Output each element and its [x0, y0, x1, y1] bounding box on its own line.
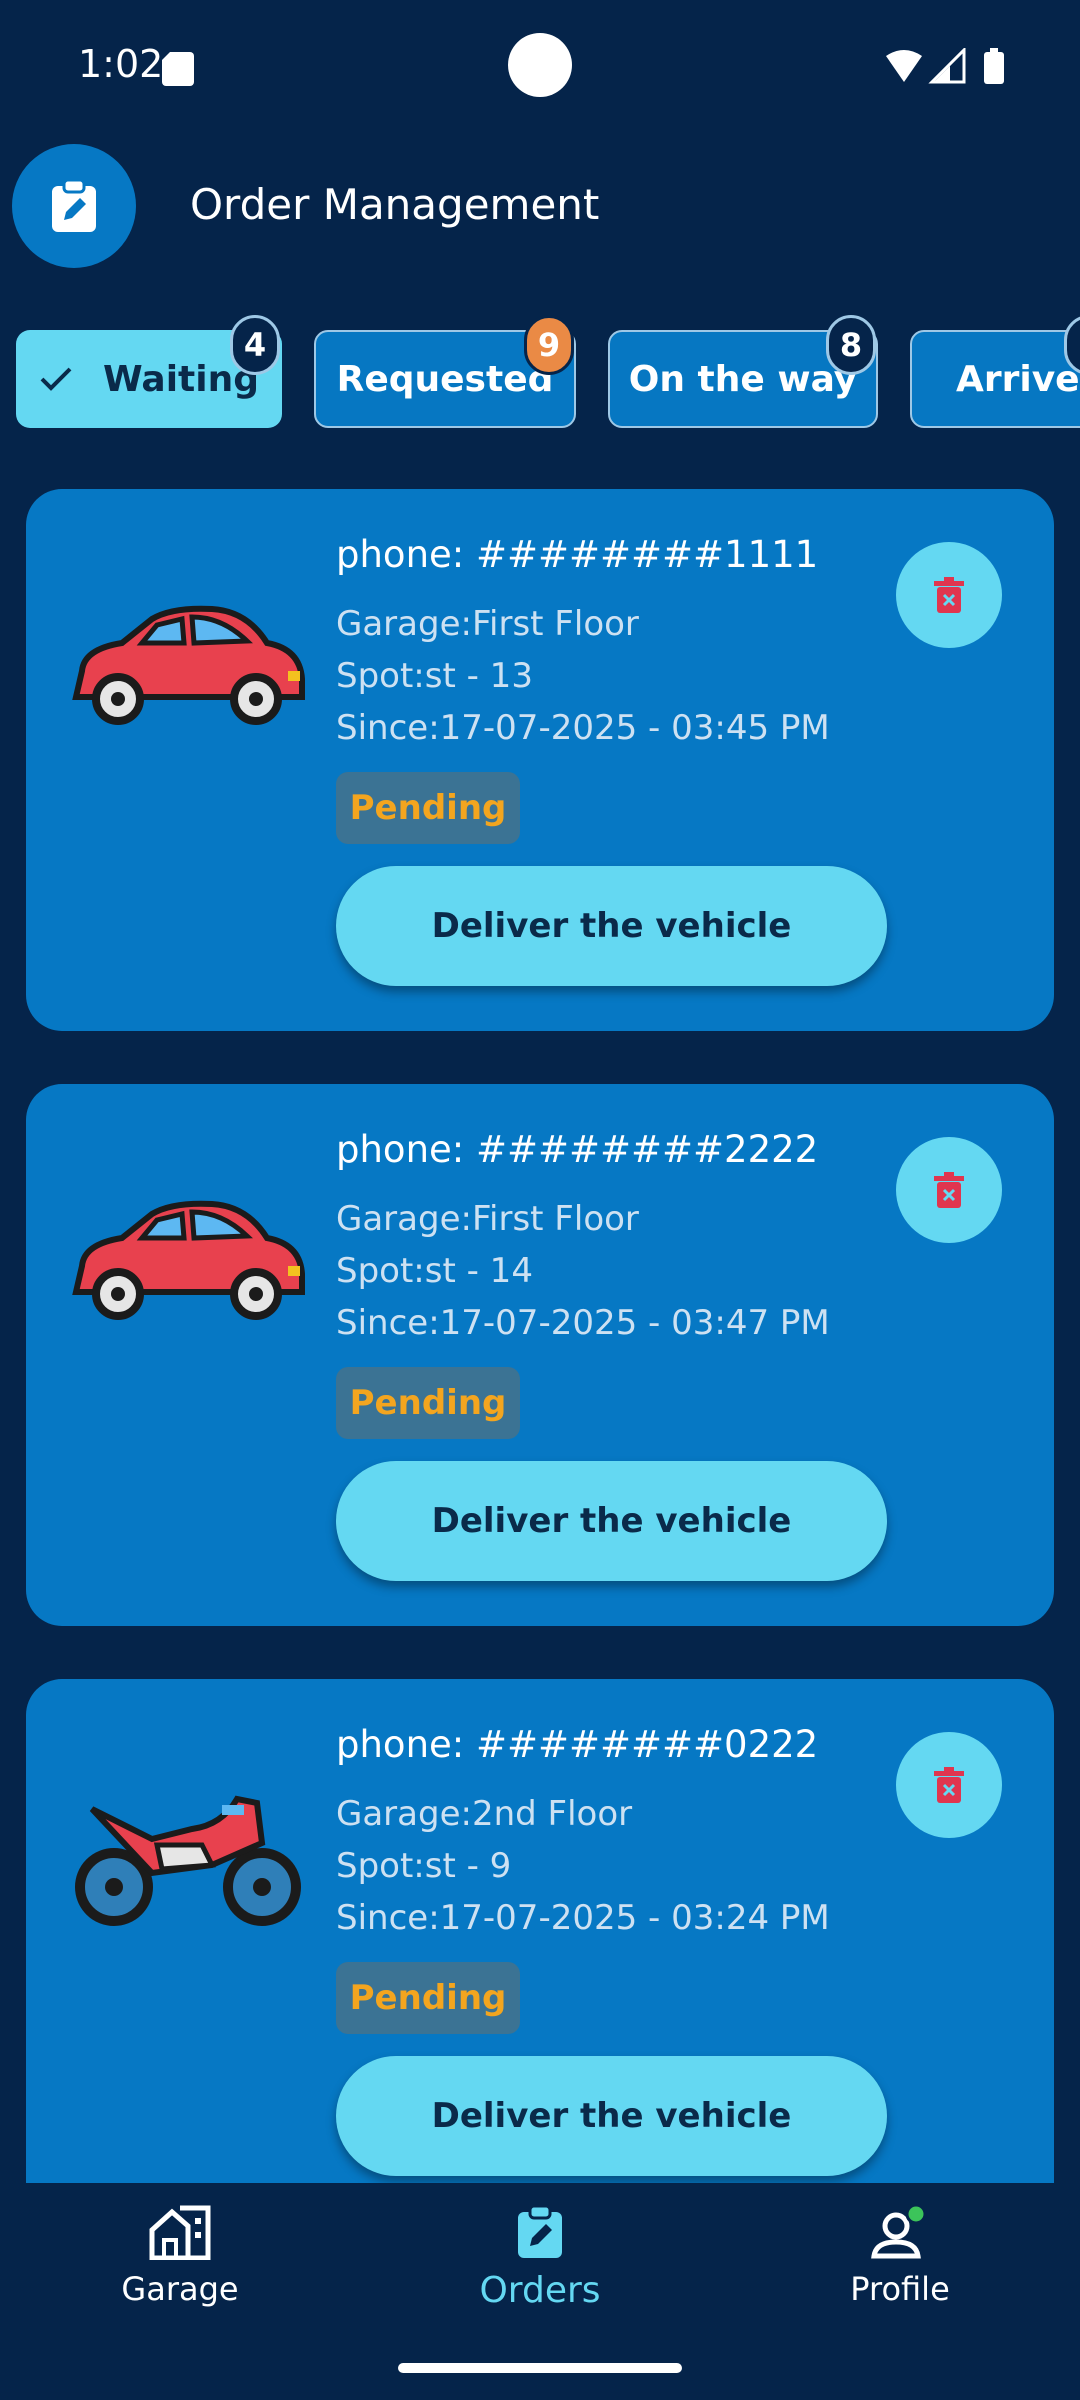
car-icon — [72, 1200, 305, 1320]
home-indicator[interactable] — [398, 2363, 682, 2373]
delete-order-button[interactable] — [896, 1732, 1002, 1838]
nav-profile[interactable]: Profile — [780, 2204, 1020, 2344]
status-badge: Pending — [336, 1367, 520, 1439]
garage-icon — [149, 2205, 211, 2260]
order-phone: phone: ########0222 — [336, 1723, 819, 1766]
tab-label: On the way — [628, 358, 858, 400]
delete-order-button[interactable] — [896, 542, 1002, 648]
nav-label: Orders — [479, 2270, 601, 2311]
system-status-icons — [886, 48, 1004, 84]
order-spot: Spot:st - 13 — [336, 656, 533, 696]
status-badge: Pending — [336, 772, 520, 844]
trash-icon — [934, 1767, 964, 1803]
clipboard-edit-icon — [52, 178, 96, 232]
delete-order-button[interactable] — [896, 1137, 1002, 1243]
order-spot: Spot:st - 14 — [336, 1251, 533, 1291]
tab-label: Requested — [336, 358, 554, 400]
tab-count-badge: 4 — [230, 315, 280, 375]
deliver-vehicle-button[interactable]: Deliver the vehicle — [336, 866, 887, 986]
tab-label: Arrived — [956, 358, 1080, 400]
deliver-vehicle-button[interactable]: Deliver the vehicle — [336, 1461, 887, 1581]
order-since: Since:17-07-2025 - 03:45 PM — [336, 708, 830, 748]
wifi-icon — [886, 50, 922, 82]
order-since: Since:17-07-2025 - 03:24 PM — [336, 1898, 830, 1938]
order-since: Since:17-07-2025 - 03:47 PM — [336, 1303, 830, 1343]
order-spot: Spot:st - 9 — [336, 1846, 512, 1886]
deliver-vehicle-button[interactable]: Deliver the vehicle — [336, 2056, 887, 2176]
order-list[interactable]: phone: ########1111 Garage:First Floor S… — [0, 488, 1080, 2183]
status-badge: Pending — [336, 1962, 520, 2034]
motorcycle-icon — [75, 1795, 301, 1926]
battery-icon — [984, 52, 1004, 84]
page-title: Order Management — [190, 180, 600, 229]
trash-icon — [934, 1172, 964, 1208]
order-phone: phone: ########2222 — [336, 1128, 819, 1171]
order-garage: Garage:2nd Floor — [336, 1794, 633, 1834]
check-icon — [39, 365, 73, 393]
car-icon — [72, 605, 305, 725]
app-header: Order Management — [0, 140, 1080, 270]
tab-count-badge: 9 — [524, 315, 574, 375]
tab-arrived[interactable]: Arrived — [910, 330, 1080, 428]
order-garage: Garage:First Floor — [336, 604, 639, 644]
nav-label: Profile — [850, 2270, 950, 2308]
order-card: phone: ########0222 Garage:2nd Floor Spo… — [26, 1679, 1054, 2183]
profile-icon — [871, 2204, 927, 2259]
order-garage: Garage:First Floor — [336, 1199, 639, 1239]
order-card: phone: ########2222 Garage:First Floor S… — [26, 1084, 1054, 1626]
tab-count-badge: 8 — [826, 315, 876, 375]
header-logo — [12, 144, 136, 268]
status-time: 1:02 — [78, 42, 164, 86]
order-phone: phone: ########1111 — [336, 533, 819, 576]
camera-cutout — [508, 33, 572, 97]
clipboard-edit-icon — [518, 2204, 562, 2258]
sim-card-icon — [162, 52, 194, 86]
trash-icon — [934, 577, 964, 613]
status-bar: 1:02 — [0, 0, 1080, 130]
nav-garage[interactable]: Garage — [60, 2204, 300, 2344]
nav-label: Garage — [121, 2270, 239, 2308]
order-card: phone: ########1111 Garage:First Floor S… — [26, 489, 1054, 1031]
nav-orders[interactable]: Orders — [420, 2204, 660, 2344]
status-tabs: Waiting 4 Requested 9 On the way 8 Arriv… — [0, 315, 1080, 435]
